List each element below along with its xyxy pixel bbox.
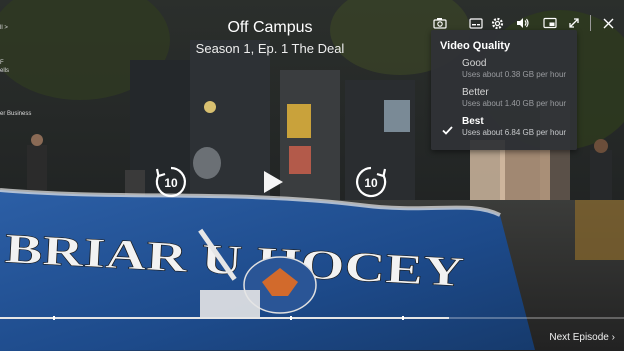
progress-bar[interactable] xyxy=(0,316,624,320)
chevron-right-icon: › xyxy=(611,332,615,343)
checkmark-icon xyxy=(442,122,453,140)
next-episode-button[interactable]: Next Episode › xyxy=(549,332,615,343)
play-icon xyxy=(264,171,283,193)
quality-option-best[interactable]: Best Uses about 6.84 GB per hour xyxy=(431,116,577,144)
quality-option-description: Uses about 6.84 GB per hour xyxy=(462,128,567,137)
left-panel-line: F xyxy=(0,60,4,66)
forward-seconds: 10 xyxy=(364,176,378,190)
toolbar-divider xyxy=(590,15,591,31)
quality-option-good[interactable]: Good Uses about 0.38 GB per hour xyxy=(431,58,577,86)
quality-option-better[interactable]: Better Uses about 1.40 GB per hour xyxy=(431,87,577,115)
left-panel-line: er Business xyxy=(0,111,32,117)
forward-icon: 10 xyxy=(356,166,387,198)
chapter-marker xyxy=(402,316,405,320)
quality-option-description: Uses about 1.40 GB per hour xyxy=(462,99,567,108)
rewind-10-button[interactable]: 10 xyxy=(154,165,188,204)
forward-10-button[interactable]: 10 xyxy=(354,165,388,204)
chapter-marker xyxy=(53,316,56,320)
quality-option-label: Good xyxy=(462,58,487,69)
chapter-marker xyxy=(290,316,293,320)
progress-bar-fill xyxy=(0,317,450,319)
quality-option-label: Better xyxy=(462,87,489,98)
close-icon[interactable] xyxy=(598,13,618,33)
quality-option-description: Uses about 0.38 GB per hour xyxy=(462,70,567,79)
next-episode-label: Next Episode xyxy=(549,332,609,343)
menu-heading: Video Quality xyxy=(440,40,511,52)
video-quality-menu: Video Quality Good Uses about 0.38 GB pe… xyxy=(431,30,577,150)
rewind-seconds: 10 xyxy=(164,176,178,190)
rewind-icon: 10 xyxy=(155,166,186,198)
left-panel-line: ells xyxy=(0,68,10,74)
quality-option-label: Best xyxy=(462,116,484,127)
play-button[interactable] xyxy=(262,170,284,199)
